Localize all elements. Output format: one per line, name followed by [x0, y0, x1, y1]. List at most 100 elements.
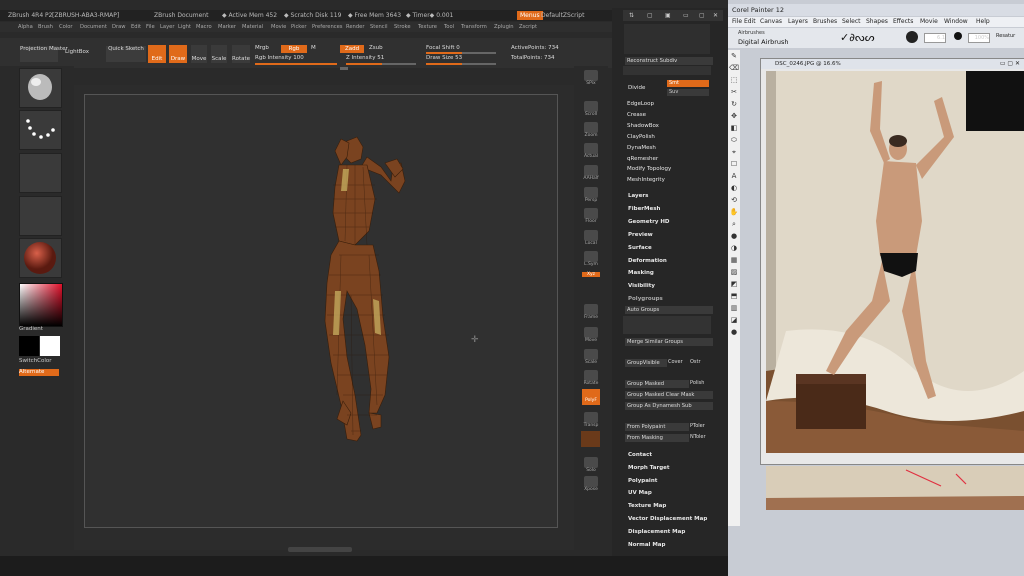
stroke-thumbnail[interactable] [19, 110, 62, 150]
pmenu-window[interactable]: Window [944, 17, 968, 27]
ostr-slider[interactable]: Ostr [690, 359, 701, 365]
transp-button[interactable]: Transp [582, 412, 600, 428]
xyz-button[interactable]: Xyz [582, 272, 600, 277]
shadowbox-item[interactable]: ShadowBox [627, 123, 659, 129]
normal-map-item[interactable]: Normal Map [628, 542, 665, 548]
solo-button[interactable]: Solo [582, 457, 600, 473]
smt-toggle[interactable]: Smt [667, 80, 709, 87]
groupvisible-button[interactable]: GroupVisible [625, 359, 667, 367]
scale-view-button[interactable]: Scale [582, 349, 600, 365]
projection-master-button[interactable]: Projection Master [20, 46, 68, 62]
tray-save-icon[interactable]: ▣ [665, 12, 671, 19]
morph-target-item[interactable]: Morph Target [628, 465, 670, 471]
focal-shift-slider[interactable] [426, 52, 496, 54]
menu-picker[interactable]: Picker [291, 22, 306, 32]
pmenu-effects[interactable]: Effects [893, 17, 913, 27]
mrgb-button[interactable]: Mrgb [255, 45, 269, 51]
brush-stroke-icons[interactable]: ✓∂ᔓᔕ [840, 31, 875, 44]
menu-material[interactable]: Material [242, 22, 263, 32]
brush-variant[interactable]: Digital Airbrush [738, 38, 789, 46]
local-button[interactable]: Local [582, 230, 600, 246]
fibermesh-item[interactable]: FiberMesh [628, 206, 660, 212]
masking-item[interactable]: Masking [628, 270, 654, 276]
edgeloop-item[interactable]: EdgeLoop [627, 101, 654, 107]
aahalf-button[interactable]: AAHalf [582, 165, 600, 181]
brush-tip-icon[interactable] [906, 31, 918, 43]
bottom-collapse-handle[interactable] [288, 547, 352, 552]
xpose-button[interactable]: Xpose [582, 476, 600, 492]
pmenu-help[interactable]: Help [976, 17, 990, 27]
from-masking-button[interactable]: From Masking [625, 434, 689, 442]
menu-render[interactable]: Render [346, 22, 364, 32]
visibility-item[interactable]: Visibility [628, 283, 655, 289]
displacement-map-item[interactable]: Displacement Map [628, 529, 685, 535]
group-masked-button[interactable]: Group Masked [625, 380, 689, 388]
group-as-dynamesh-sub-button[interactable]: Group As Dynamesh Sub [625, 402, 713, 410]
draw-size-slider[interactable] [426, 63, 496, 65]
from-polypaint-button[interactable]: From Polypaint [625, 423, 689, 431]
reference-photo[interactable] [766, 71, 1024, 453]
contact-item[interactable]: Contact [628, 452, 652, 458]
focal-shift-label[interactable]: Focal Shift 0 [426, 45, 460, 51]
ghost-swatch[interactable] [581, 431, 600, 447]
dynamesh-item[interactable]: DynaMesh [627, 145, 656, 151]
tray-restore-icon[interactable]: ▢ [699, 12, 705, 19]
menu-edit[interactable]: Edit [131, 22, 141, 32]
color-picker[interactable] [19, 283, 63, 327]
alpha-thumbnail[interactable] [19, 153, 62, 193]
menu-zplugin[interactable]: Zplugin [494, 22, 514, 32]
z-intensity-slider[interactable] [346, 63, 416, 65]
layers-item[interactable]: Layers [628, 193, 648, 199]
menu-transform[interactable]: Transform [461, 22, 487, 32]
top-collapse-handle[interactable] [340, 67, 348, 70]
document-canvas[interactable]: ✛ [84, 94, 558, 528]
lightbox-button[interactable]: LightBox [62, 49, 92, 55]
tray-minimize-icon[interactable]: ▭ [683, 12, 689, 19]
quick-sketch-button[interactable]: Quick Sketch [106, 46, 146, 62]
crease-item[interactable]: Crease [627, 112, 646, 118]
menu-brush[interactable]: Brush [38, 22, 53, 32]
menu-tool[interactable]: Tool [444, 22, 454, 32]
draw-size-label[interactable]: Draw Size 53 [426, 55, 462, 61]
alternate-button[interactable]: Alternate [19, 369, 59, 376]
menu-movie[interactable]: Movie [271, 22, 286, 32]
edit-button[interactable]: Edit [148, 45, 166, 63]
tool-icons[interactable]: ✎ ⌫ ⬚ ✂ ↻ ✥ ◧ ⬭ ⌖ ☐ A ◐ ⟲ ✋ ⌕ ● ◑ ▦ ▨ ◩ ⬒ ▥ ◪ ● [728, 50, 740, 338]
menu-stencil[interactable]: Stencil [370, 22, 388, 32]
vector-displacement-map-item[interactable]: Vector Displacement Map [628, 516, 707, 522]
rotate-button[interactable]: Rotate [232, 45, 250, 63]
menu-macro[interactable]: Macro [196, 22, 212, 32]
pmenu-movie[interactable]: Movie [920, 17, 938, 27]
texture-map-item[interactable]: Texture Map [628, 503, 666, 509]
brush-thumbnail[interactable] [19, 68, 62, 108]
scroll-button[interactable]: Scroll [582, 101, 600, 117]
tray-close-icon[interactable]: ✕ [713, 12, 718, 19]
menu-light[interactable]: Light [178, 22, 191, 32]
menu-preferences[interactable]: Preferences [312, 22, 343, 32]
rgb-intensity-slider[interactable] [255, 63, 337, 65]
main-color-swatch[interactable] [19, 336, 39, 356]
ptoler-slider[interactable]: PToler [690, 423, 705, 429]
floor-button[interactable]: Floor [582, 208, 600, 224]
preview-item[interactable]: Preview [628, 232, 653, 238]
group-masked-clear-mask-button[interactable]: Group Masked Clear Mask [625, 391, 713, 399]
persp-button[interactable]: Persp [582, 187, 600, 203]
spix-button[interactable]: SPix [582, 70, 600, 86]
polyf-button[interactable]: PolyF [582, 389, 600, 405]
claypolish-item[interactable]: ClayPolish [627, 134, 655, 140]
pmenu-canvas[interactable]: Canvas [760, 17, 782, 27]
pmenu-brushes[interactable]: Brushes [813, 17, 837, 27]
menu-texture[interactable]: Texture [418, 22, 437, 32]
menu-file[interactable]: File [146, 22, 155, 32]
polypaint-item[interactable]: Polypaint [628, 478, 657, 484]
menu-draw[interactable]: Draw [112, 22, 126, 32]
zadd-button[interactable]: Zadd [340, 45, 364, 53]
tray-arrows-icon[interactable]: ⇅ [629, 12, 634, 19]
gradient-label[interactable]: Gradient [19, 326, 43, 332]
geometry-hd-item[interactable]: Geometry HD [628, 219, 670, 225]
meshintegrity-item[interactable]: MeshIntegrity [627, 177, 665, 183]
lsym-button[interactable]: L.Sym [582, 251, 600, 267]
uv-map-item[interactable]: UV Map [628, 490, 652, 496]
zsub-button[interactable]: Zsub [369, 45, 383, 51]
switch-color-button[interactable]: SwitchColor [19, 358, 52, 364]
